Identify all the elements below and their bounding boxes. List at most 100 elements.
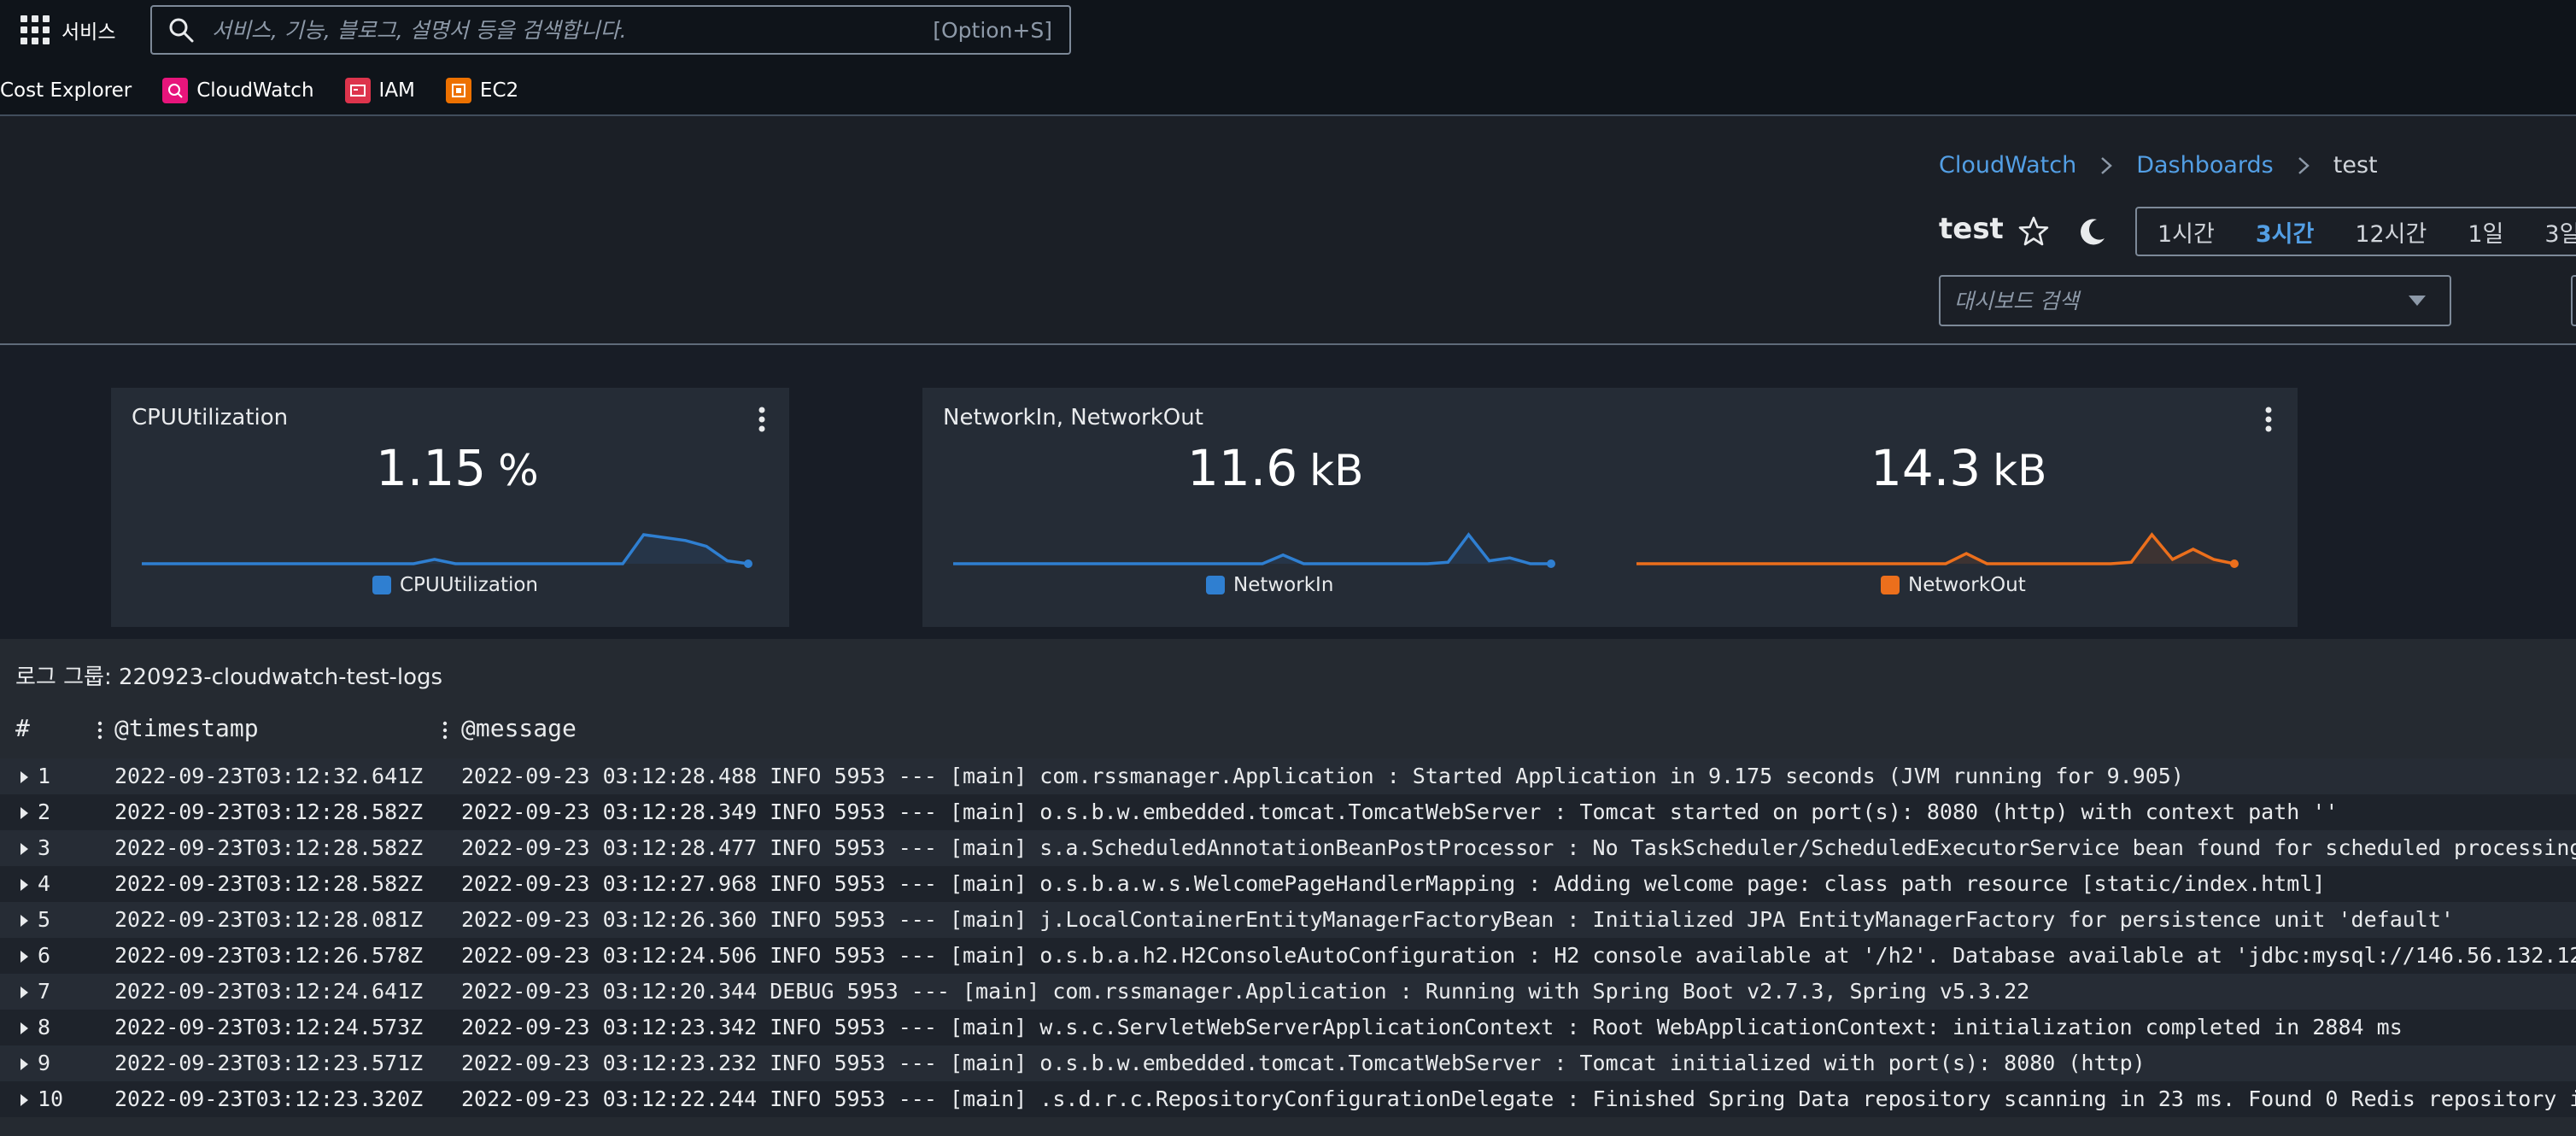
table-row[interactable]: 10 2022-09-23T03:12:23.320Z 2022-09-23 03:… (0, 1081, 2576, 1117)
favorite-cloudwatch[interactable]: CloudWatch (162, 78, 314, 103)
row-index: 7 (38, 979, 51, 1004)
breadcrumb-dashboards[interactable]: Dashboards (2136, 152, 2274, 179)
range-option-3d[interactable]: 3일 (2524, 215, 2576, 249)
time-range-selector: 1시간 3시간 12시간 1일 3일 (2135, 207, 2576, 256)
range-option-12h[interactable]: 12시간 (2334, 215, 2447, 249)
table-header: # @timestamp @message (0, 714, 2576, 748)
expand-caret-icon[interactable] (19, 1022, 29, 1035)
column-header-message[interactable]: @message (461, 714, 577, 742)
legend-swatch (1206, 576, 1225, 594)
search-shortcut-hint: [Option+S] (933, 17, 1052, 43)
cpu-sparkline (142, 533, 752, 568)
table-row[interactable]: 8 2022-09-23T03:12:24.573Z 2022-09-23 03:1… (0, 1010, 2576, 1045)
row-index: 1 (38, 764, 51, 788)
row-timestamp: 2022-09-23T03:12:28.081Z (114, 907, 424, 932)
row-index: 2 (38, 799, 51, 824)
global-search[interactable]: [Option+S] (150, 5, 1071, 55)
expand-caret-icon[interactable] (19, 986, 29, 999)
range-option-1d[interactable]: 1일 (2447, 215, 2524, 249)
column-header-index: # (15, 714, 30, 742)
cpu-value: 1.15% (376, 439, 539, 497)
metric-number: 11.6 (1187, 439, 1298, 497)
table-row[interactable]: 6 2022-09-23T03:12:26.578Z 2022-09-23 03:1… (0, 938, 2576, 974)
expand-caret-icon[interactable] (19, 770, 29, 784)
legend-label: NetworkOut (1908, 574, 2026, 596)
column-resize-handle[interactable] (442, 719, 448, 741)
column-resize-handle[interactable] (97, 719, 102, 741)
sparkline-endpoint (1547, 559, 1555, 568)
top-navigation: 서비스 [Option+S] Cost Explorer CloudWatch … (0, 0, 2576, 116)
range-option-1h[interactable]: 1시간 (2137, 215, 2235, 249)
more-options-icon[interactable] (753, 405, 770, 434)
table-row[interactable]: 1 2022-09-23T03:12:32.641Z 2022-09-23 03:1… (0, 758, 2576, 794)
table-row[interactable]: 5 2022-09-23T03:12:28.081Z 2022-09-23 03:1… (0, 902, 2576, 938)
sparkline-endpoint (744, 559, 752, 568)
star-icon[interactable] (2017, 215, 2050, 248)
expand-caret-icon[interactable] (19, 842, 29, 856)
table-row[interactable]: 2 2022-09-23T03:12:28.582Z 2022-09-23 03:1… (0, 794, 2576, 830)
services-menu-button[interactable]: 서비스 (20, 10, 115, 50)
expand-caret-icon[interactable] (19, 806, 29, 820)
legend-cpu: CPUUtilization (372, 574, 538, 596)
dashboard-header: CloudWatch Dashboards test test 1시간 3시간 … (0, 116, 2576, 345)
row-message: 2022-09-23 03:12:20.344 DEBUG 5953 --- [… (461, 979, 2030, 1004)
services-label: 서비스 (61, 21, 116, 44)
network-widget: NetworkIn, NetworkOut 11.6 kB 14.3 kB Netw… (922, 388, 2298, 627)
favorite-ec2[interactable]: EC2 (445, 78, 518, 103)
cut-off-control[interactable] (2571, 275, 2576, 326)
row-index: 8 (38, 1015, 51, 1039)
expand-caret-icon[interactable] (19, 1057, 29, 1071)
network-out-value: 14.3 kB (1871, 439, 2046, 497)
logs-table-widget: 로그 그룹: 220923-cloudwatch-test-logs # @ti… (0, 639, 2576, 1136)
metric-unit: % (498, 446, 539, 495)
caret-down-icon[interactable] (2407, 294, 2427, 307)
legend-network-out: NetworkOut (1881, 574, 2026, 596)
network-out-sparkline (1636, 532, 2239, 568)
expand-caret-icon[interactable] (19, 914, 29, 928)
table-row[interactable]: 4 2022-09-23T03:12:28.582Z 2022-09-23 03:1… (0, 866, 2576, 902)
favorite-iam[interactable]: IAM (344, 78, 415, 103)
row-index: 10 (38, 1086, 64, 1111)
row-message: 2022-09-23 03:12:24.506 INFO 5953 --- [m… (461, 943, 2576, 968)
sparkline-endpoint (2230, 559, 2239, 568)
log-group-label: 로그 그룹: 220923-cloudwatch-test-logs (15, 665, 443, 690)
widget-title: NetworkIn, NetworkOut (943, 405, 1203, 430)
search-input[interactable] (210, 16, 934, 44)
column-header-timestamp[interactable]: @timestamp (114, 714, 259, 742)
row-timestamp: 2022-09-23T03:12:23.571Z (114, 1051, 424, 1075)
table-row[interactable]: 9 2022-09-23T03:12:23.571Z 2022-09-23 03:1… (0, 1045, 2576, 1081)
cloudwatch-icon (162, 78, 189, 103)
table-row[interactable]: 7 2022-09-23T03:12:24.641Z 2022-09-23 03:1… (0, 974, 2576, 1010)
row-timestamp: 2022-09-23T03:12:32.641Z (114, 764, 424, 788)
more-options-icon[interactable] (2260, 405, 2277, 434)
dashboard-search-input[interactable] (1941, 287, 2407, 314)
grid-icon (20, 15, 50, 44)
table-body: 1 2022-09-23T03:12:32.641Z 2022-09-23 03:1… (0, 758, 2576, 1117)
table-row[interactable]: 3 2022-09-23T03:12:28.582Z 2022-09-23 03:1… (0, 830, 2576, 866)
expand-caret-icon[interactable] (19, 878, 29, 892)
dashboard-search[interactable] (1939, 275, 2451, 326)
row-timestamp: 2022-09-23T03:12:28.582Z (114, 835, 424, 860)
row-index: 5 (38, 907, 51, 932)
metric-unit: kB (1309, 446, 1364, 495)
row-index: 9 (38, 1051, 51, 1075)
favorite-cost-explorer[interactable]: Cost Explorer (0, 79, 132, 102)
metric-number: 1.15 (376, 439, 487, 497)
row-timestamp: 2022-09-23T03:12:23.320Z (114, 1086, 424, 1111)
legend-swatch (1881, 576, 1900, 594)
breadcrumb-cloudwatch[interactable]: CloudWatch (1939, 152, 2076, 179)
breadcrumb-current: test (2333, 152, 2378, 179)
sparkline-area (1636, 535, 2234, 564)
breadcrumb: CloudWatch Dashboards test (1939, 152, 2378, 179)
row-message: 2022-09-23 03:12:23.342 INFO 5953 --- [m… (461, 1015, 2403, 1039)
row-message: 2022-09-23 03:12:26.360 INFO 5953 --- [m… (461, 907, 2454, 932)
favorites-bar: Cost Explorer CloudWatch IAM EC2 (0, 72, 549, 109)
moon-icon[interactable] (2075, 215, 2108, 248)
sparkline-area (953, 535, 1551, 564)
row-timestamp: 2022-09-23T03:12:24.641Z (114, 979, 424, 1004)
expand-caret-icon[interactable] (19, 1093, 29, 1107)
chevron-right-icon (2298, 156, 2310, 174)
row-index: 3 (38, 835, 51, 860)
expand-caret-icon[interactable] (19, 950, 29, 963)
range-option-3h[interactable]: 3시간 (2235, 215, 2334, 249)
